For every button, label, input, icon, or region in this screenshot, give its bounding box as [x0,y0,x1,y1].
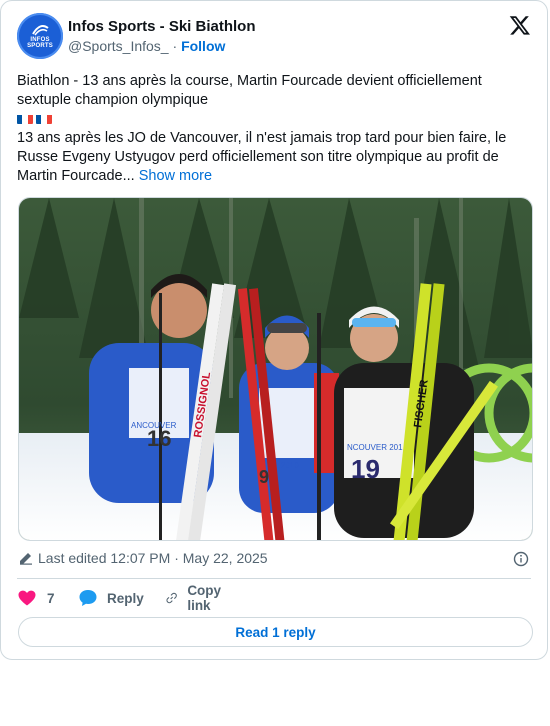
reply-label: Reply [107,590,144,606]
bib-text-middle: 2010 [281,461,299,470]
post-photo[interactable]: ROSSIGNOL 16 ANCOUVER 9 2010 FISCHER 19 … [18,197,533,541]
podium-photo-image: ROSSIGNOL 16 ANCOUVER 9 2010 FISCHER 19 … [19,198,532,540]
reply-button[interactable]: Reply [78,587,144,609]
post-paragraph-1: Biathlon - 13 ans après la course, Marti… [17,73,482,108]
post-paragraph-2: 13 ans après les JO de Vancouver, il n'e… [17,130,507,184]
bib-text-right: NCOUVER 201 [347,443,403,452]
author-handle-row: @Sports_Infos_ · Follow [68,38,225,54]
separator-dot: · [172,38,178,54]
follow-button[interactable]: Follow [181,38,225,54]
like-count: 7 [47,590,55,606]
avatar-logo-text-2: SPORTS [27,42,53,49]
flags-line [17,110,533,129]
post-text: Biathlon - 13 ans après la course, Marti… [17,72,533,186]
post-header: INFOS SPORTS Infos Sports - Ski Biathlon… [17,13,531,61]
info-icon[interactable] [513,551,529,567]
bib-number-middle: 9 [259,467,269,487]
reply-bubble-icon [79,590,97,606]
copy-link-button[interactable]: Copy link [165,583,228,613]
read-replies-label: Read 1 reply [235,624,316,640]
author-name[interactable]: Infos Sports - Ski Biathlon [68,18,256,35]
bib-text-left: ANCOUVER [131,421,177,430]
pencil-icon [20,553,32,565]
link-icon [166,592,177,604]
post-paragraph-2-wrap: 13 ans après les JO de Vancouver, il n'e… [17,129,533,186]
logo-mark-icon [32,24,49,35]
like-button[interactable]: 7 [17,587,55,609]
french-flag-icon [36,113,52,124]
read-replies-button[interactable]: Read 1 reply [18,617,533,647]
post-meta: Last edited 12:07 PM · May 22, 2025 [17,549,531,569]
author-handle[interactable]: @Sports_Infos_ [68,38,169,54]
show-more-link[interactable]: Show more [139,168,212,184]
edited-timestamp[interactable]: Last edited 12:07 PM · May 22, 2025 [38,550,268,566]
divider [17,578,531,579]
x-logo-icon[interactable] [509,14,531,36]
copy-link-label: Copy link [187,583,222,613]
bib-number-right: 19 [351,454,380,484]
french-flag-icon [17,113,33,124]
heart-icon [18,590,36,606]
avatar[interactable]: INFOS SPORTS [17,13,63,59]
post-card: INFOS SPORTS Infos Sports - Ski Biathlon… [0,0,548,660]
